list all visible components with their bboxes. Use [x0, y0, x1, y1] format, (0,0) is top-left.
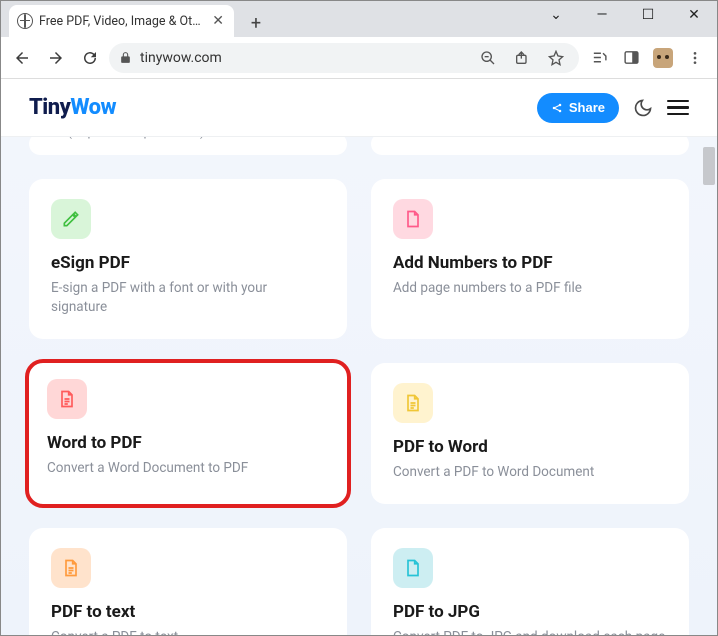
- globe-favicon-icon: [17, 13, 33, 29]
- tool-card-esign-pdf[interactable]: eSign PDF E-sign a PDF with a font or wi…: [29, 179, 347, 339]
- address-bar[interactable]: tinywow.com: [109, 43, 579, 73]
- window-maximize-button[interactable]: ☐: [625, 1, 671, 29]
- tools-content: file (requires the password) eSign PDF E…: [1, 137, 717, 635]
- browser-toolbar: tinywow.com: [1, 37, 717, 79]
- hamster-icon: [653, 48, 673, 68]
- tool-title: Add Numbers to PDF: [393, 253, 667, 273]
- new-tab-button[interactable]: +: [242, 9, 270, 37]
- moon-icon: [633, 98, 653, 118]
- doc-icon: [393, 199, 433, 239]
- reload-button[interactable]: [75, 43, 105, 73]
- tool-desc: Convert a PDF to text: [51, 628, 325, 635]
- browser-menu-button[interactable]: [679, 45, 711, 71]
- back-button[interactable]: [7, 43, 37, 73]
- extension-icon[interactable]: [647, 45, 679, 71]
- tool-desc: Convert a PDF to Word Document: [393, 463, 667, 482]
- reader-panel-icon[interactable]: [615, 45, 647, 71]
- header-actions: Share: [537, 93, 689, 123]
- url-text: tinywow.com: [140, 50, 467, 66]
- share-label: Share: [569, 100, 605, 115]
- site-logo[interactable]: TinyWow: [29, 95, 116, 120]
- tab-close-button[interactable]: ✕: [210, 13, 226, 29]
- zoom-icon[interactable]: [475, 45, 501, 71]
- share-button[interactable]: Share: [537, 93, 619, 123]
- tool-card-pdf-to-word[interactable]: PDF to Word Convert a PDF to Word Docume…: [371, 363, 689, 504]
- tool-card-pdf-to-jpg[interactable]: PDF to JPG Convert PDF to JPG and downlo…: [371, 528, 689, 635]
- partial-card-top-right[interactable]: [371, 137, 689, 155]
- bookmark-star-icon[interactable]: [543, 45, 569, 71]
- share-icon: [551, 102, 563, 114]
- logo-part-b: Wow: [70, 95, 116, 120]
- tool-card-add-numbers[interactable]: Add Numbers to PDF Add page numbers to a…: [371, 179, 689, 339]
- arrow-right-icon: [47, 49, 65, 67]
- lock-icon: [119, 51, 132, 64]
- arrow-left-icon: [13, 49, 31, 67]
- doc-icon: [47, 379, 87, 419]
- tool-desc: Add page numbers to a PDF file: [393, 279, 667, 298]
- tool-title: Word to PDF: [47, 433, 329, 453]
- window-minimize-button[interactable]: —: [579, 1, 625, 29]
- tool-card-word-to-pdf[interactable]: Word to PDF Convert a Word Document to P…: [25, 359, 351, 508]
- dark-mode-toggle[interactable]: [633, 98, 653, 118]
- extension-icons: [583, 45, 711, 71]
- page-viewport: TinyWow Share file (requires the passwor…: [1, 79, 717, 635]
- window-titlebar: Free PDF, Video, Image & Other ✕ + ⌄ — ☐…: [1, 1, 717, 37]
- tool-title: PDF to text: [51, 602, 325, 622]
- partial-card-top-left[interactable]: file (requires the password): [29, 137, 347, 155]
- tool-card-pdf-to-text[interactable]: PDF to text Convert a PDF to text: [29, 528, 347, 635]
- hamburger-menu-button[interactable]: [667, 100, 689, 116]
- doc-icon: [393, 383, 433, 423]
- window-chevron-icon[interactable]: ⌄: [533, 1, 579, 29]
- tool-title: eSign PDF: [51, 253, 325, 273]
- scrollbar-thumb[interactable]: [703, 147, 715, 185]
- partial-card-text: file (requires the password): [47, 137, 205, 140]
- tool-desc: Convert PDF to JPG and download each pag…: [393, 628, 667, 635]
- tool-title: PDF to Word: [393, 437, 667, 457]
- media-control-icon[interactable]: [583, 45, 615, 71]
- doc-icon: [51, 548, 91, 588]
- reload-icon: [81, 49, 99, 67]
- tool-title: PDF to JPG: [393, 602, 667, 622]
- edit-icon: [51, 199, 91, 239]
- doc-icon: [393, 548, 433, 588]
- tab-title: Free PDF, Video, Image & Other: [39, 14, 204, 29]
- share-page-icon[interactable]: [509, 45, 535, 71]
- forward-button[interactable]: [41, 43, 71, 73]
- tool-desc: Convert a Word Document to PDF: [47, 459, 329, 478]
- tool-desc: E-sign a PDF with a font or with your si…: [51, 279, 325, 317]
- browser-tab[interactable]: Free PDF, Video, Image & Other ✕: [9, 5, 234, 37]
- logo-part-a: Tiny: [29, 95, 70, 120]
- scrollbar-track[interactable]: [702, 79, 716, 635]
- window-controls: ⌄ — ☐ ✕: [533, 1, 717, 29]
- site-header: TinyWow Share: [1, 79, 717, 137]
- window-close-button[interactable]: ✕: [671, 1, 717, 29]
